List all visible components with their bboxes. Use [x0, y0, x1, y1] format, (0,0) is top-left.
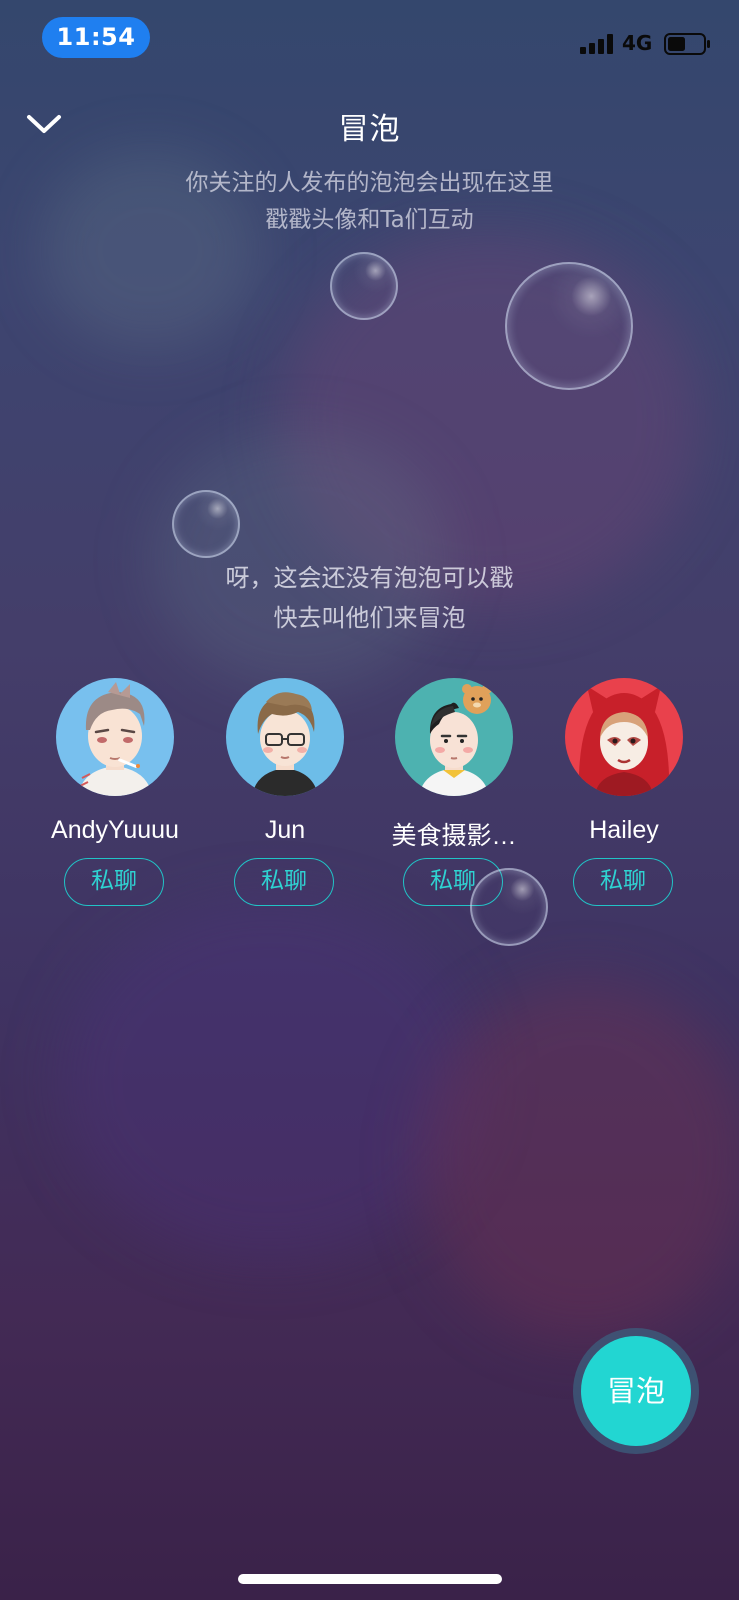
avatar-hailey [565, 678, 683, 796]
user-card: Jun 私聊 [205, 678, 365, 918]
private-chat-button[interactable]: 私聊 [234, 858, 334, 906]
avatar-jun [226, 678, 344, 796]
empty-state-message: 呀，这会还没有泡泡可以戳 [225, 564, 514, 592]
status-time: 11:54 [42, 17, 150, 58]
avatar[interactable] [56, 678, 174, 796]
user-name[interactable]: Hailey [538, 816, 710, 845]
status-bar: 11:54 4G [0, 0, 739, 80]
decorative-bubble [330, 252, 398, 320]
user-name[interactable]: AndyYuuuu [29, 816, 201, 845]
page-subtitle: 戳戳头像和Ta们互动 [265, 207, 474, 233]
cellular-signal-icon [580, 34, 613, 54]
user-card: Hailey 私聊 [544, 678, 704, 918]
decorative-bubble [505, 262, 633, 390]
background-glow [420, 980, 739, 1340]
page-subtitle: 你关注的人发布的泡泡会出现在这里 [185, 170, 554, 196]
battery-level-fill [668, 37, 685, 51]
private-chat-button[interactable]: 私聊 [64, 858, 164, 906]
private-chat-button[interactable]: 私聊 [573, 858, 673, 906]
user-card: AndyYuuuu 私聊 [35, 678, 195, 918]
network-type-label: 4G [622, 31, 653, 55]
decorative-bubble [470, 868, 548, 946]
page-title: 冒泡 [338, 112, 401, 147]
avatar-andyyuuuu [56, 678, 174, 796]
avatar-food-photographer [395, 678, 513, 796]
empty-state-hint: 快去叫他们来冒泡 [273, 604, 466, 632]
user-name[interactable]: 美食摄影… [368, 816, 540, 852]
avatar[interactable] [226, 678, 344, 796]
decorative-bubble [172, 490, 240, 558]
post-bubble-button[interactable]: 冒泡 [581, 1336, 691, 1446]
followed-users-list: AndyYuuuu 私聊 Jun 私聊 美食摄影… 私聊 Hailey 私聊 [0, 678, 739, 918]
avatar[interactable] [565, 678, 683, 796]
user-name[interactable]: Jun [199, 816, 371, 845]
bubble-page: 11:54 4G 冒泡 你关注的人发布的泡泡会出现在这里 戳戳头像和Ta们互动 … [0, 0, 739, 1600]
home-indicator[interactable] [238, 1574, 502, 1584]
avatar[interactable] [395, 678, 513, 796]
background-glow [60, 900, 480, 1260]
battery-icon [664, 33, 710, 55]
